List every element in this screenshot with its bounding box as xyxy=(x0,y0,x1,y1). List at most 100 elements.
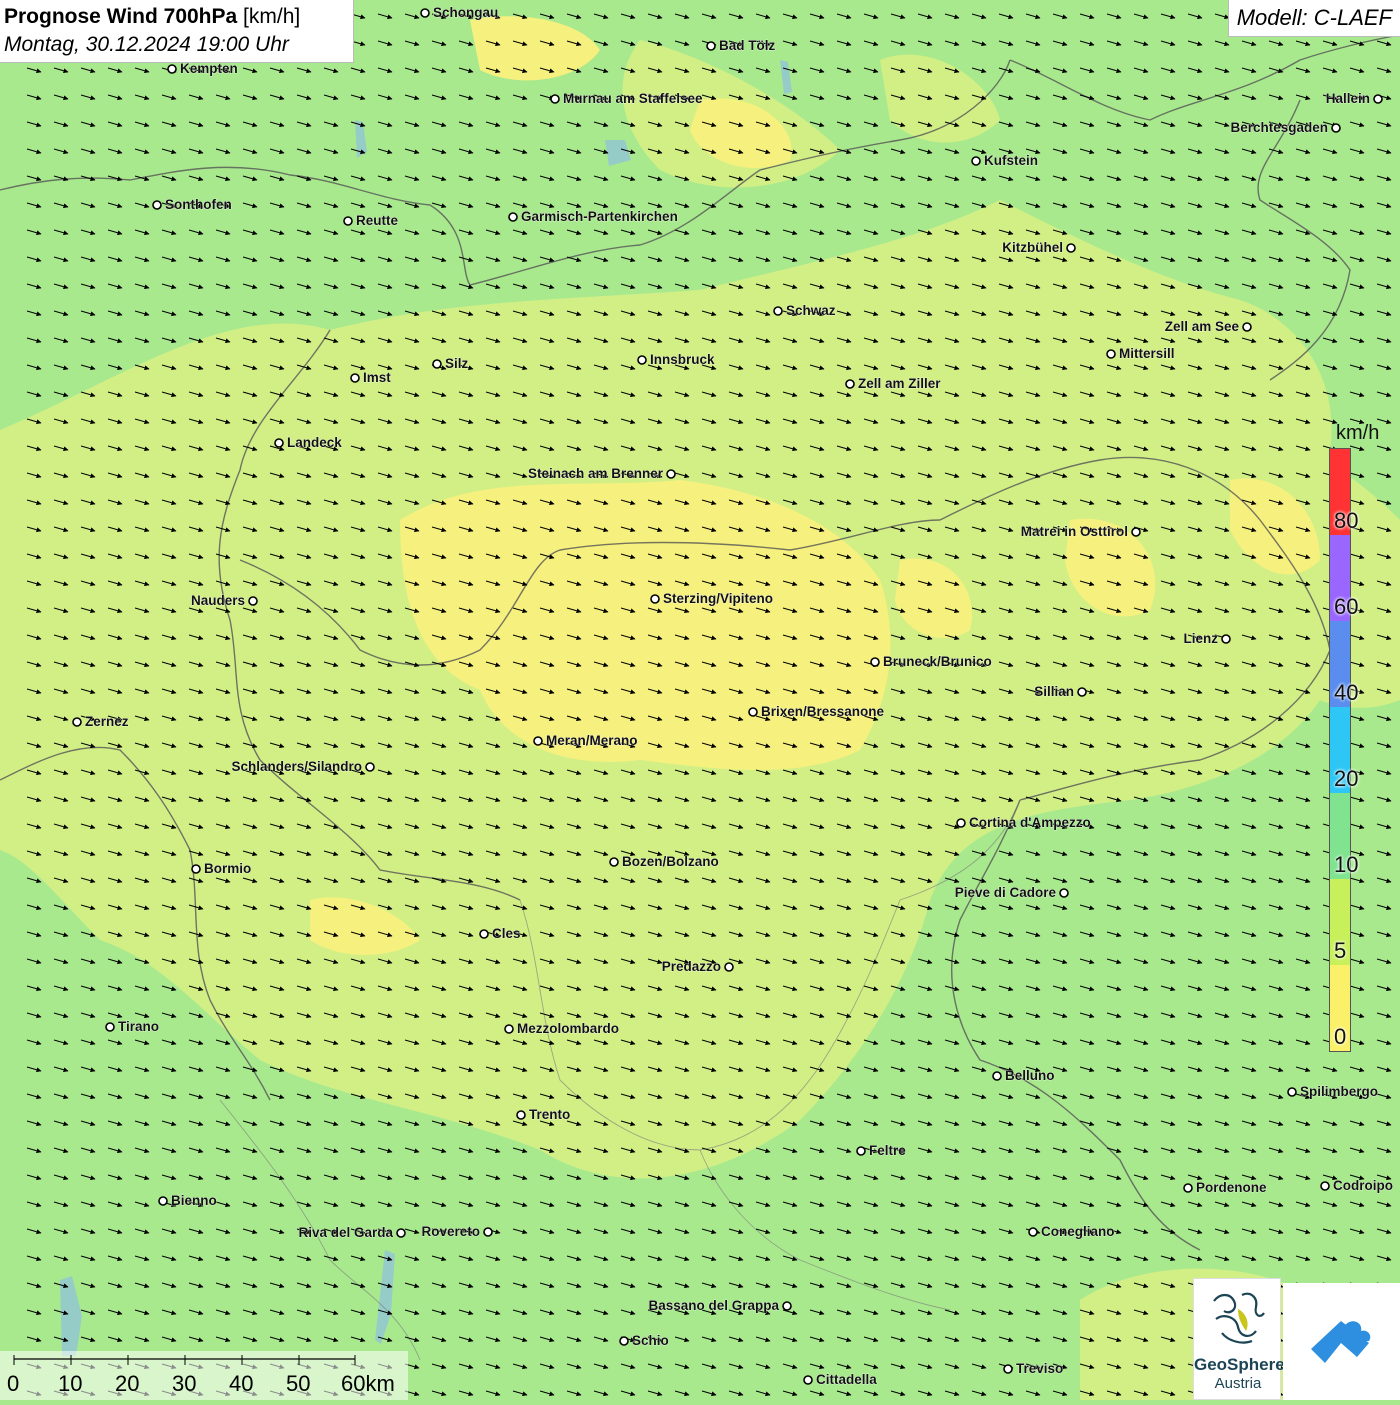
city-label: Trento xyxy=(529,1107,570,1122)
city-dot xyxy=(1183,1183,1193,1193)
city-dot xyxy=(1373,94,1383,104)
city-dot xyxy=(1003,1364,1013,1374)
city-dot xyxy=(105,1022,115,1032)
city-dot xyxy=(1320,1181,1330,1191)
city-dot xyxy=(1028,1227,1038,1237)
city-label: Bassano del Grappa xyxy=(648,1298,779,1313)
city-matrei-in-osttirol: Matrei in Osttirol xyxy=(1020,524,1141,539)
city-label: Cortina d'Ampezzo xyxy=(969,815,1091,830)
city-dot xyxy=(504,1024,514,1034)
city-label: Imst xyxy=(363,370,391,385)
city-zell-am-ziller: Zell am Ziller xyxy=(845,376,942,391)
city-label: Steinach am Brenner xyxy=(528,466,664,481)
city-brixen-bressanone: Brixen/Bressanone xyxy=(748,704,885,719)
city-label: Reutte xyxy=(356,213,398,228)
city-label: Schwaz xyxy=(786,303,836,318)
city-dot xyxy=(782,1301,792,1311)
city-dot xyxy=(152,200,162,210)
city-dot xyxy=(158,1196,168,1206)
city-dot xyxy=(1131,527,1141,537)
geosphere-emblem-icon xyxy=(1213,1292,1265,1344)
city-dot xyxy=(1242,322,1252,332)
city-dot xyxy=(191,864,201,874)
city-dot xyxy=(248,596,258,606)
city-label: Hallein xyxy=(1326,91,1370,106)
city-dot xyxy=(1331,123,1341,133)
city-label: Zell am See xyxy=(1165,319,1240,334)
city-label: Sterzing/Vipiteno xyxy=(663,591,773,606)
legend-tick-80: 80 xyxy=(1334,508,1359,533)
scale-tick-10: 10 xyxy=(58,1371,83,1396)
map-title: Prognose Wind 700hPa [km/h] xyxy=(4,3,349,31)
city-dot xyxy=(479,929,489,939)
city-label: Bad Tölz xyxy=(719,38,775,53)
city-berchtesgaden: Berchtesgaden xyxy=(1230,120,1341,135)
geosphere-logo-line2: Austria xyxy=(1214,1375,1262,1392)
geosphere-logo-line1: GeoSphere xyxy=(1194,1355,1285,1374)
city-label: Mezzolombardo xyxy=(517,1021,619,1036)
city-zell-am-see: Zell am See xyxy=(1164,319,1252,334)
city-meran-merano: Meran/Merano xyxy=(533,733,638,748)
city-bozen-bolzano: Bozen/Bolzano xyxy=(609,854,719,869)
city-dot xyxy=(1221,634,1231,644)
city-label: Spilimbergo xyxy=(1300,1084,1378,1099)
city-label: Meran/Merano xyxy=(546,733,638,748)
city-label: Nauders xyxy=(191,593,245,608)
city-dot xyxy=(396,1228,406,1238)
city-dot xyxy=(971,156,981,166)
app-logo[interactable] xyxy=(1283,1283,1400,1400)
city-dot xyxy=(1059,888,1069,898)
city-label: Bormio xyxy=(204,861,251,876)
city-bassano-del-grappa: Bassano del Grappa xyxy=(648,1298,792,1313)
city-dot xyxy=(1287,1087,1297,1097)
city-dot xyxy=(748,707,758,717)
city-bruneck-brunico: Bruneck/Brunico xyxy=(870,654,992,669)
city-label: Kufstein xyxy=(984,153,1038,168)
city-sterzing-vipiteno: Sterzing/Vipiteno xyxy=(650,591,773,606)
city-dot xyxy=(1066,243,1076,253)
map-title-unit: [km/h] xyxy=(243,5,301,28)
scale-bar: 0 10 20 30 40 50 60km xyxy=(0,1351,408,1400)
city-dot xyxy=(666,469,676,479)
city-dot xyxy=(533,736,543,746)
city-pieve-di-cadore: Pieve di Cadore xyxy=(954,885,1069,900)
city-label: Innsbruck xyxy=(650,352,715,367)
city-label: Treviso xyxy=(1016,1361,1063,1376)
city-dot xyxy=(856,1146,866,1156)
city-dot xyxy=(773,306,783,316)
app-logo-icon xyxy=(1311,1321,1371,1363)
city-label: Codroipo xyxy=(1333,1178,1393,1193)
scale-tick-60: 60km xyxy=(341,1371,395,1396)
city-mezzolombardo: Mezzolombardo xyxy=(504,1021,619,1036)
scale-tick-30: 30 xyxy=(172,1371,197,1396)
city-label: Bozen/Bolzano xyxy=(622,854,719,869)
city-label: Zernez xyxy=(85,714,129,729)
legend-tick-0: 0 xyxy=(1334,1024,1347,1049)
city-innsbruck: Innsbruck xyxy=(637,352,715,367)
city-dot xyxy=(483,1227,493,1237)
city-label: Pordenone xyxy=(1196,1180,1267,1195)
city-label: Landeck xyxy=(287,435,342,450)
city-label: Bienno xyxy=(171,1193,217,1208)
city-label: Sonthofen xyxy=(165,197,232,212)
legend-tick-60: 60 xyxy=(1334,594,1359,619)
city-dot xyxy=(508,212,518,222)
city-dot xyxy=(1106,349,1116,359)
city-label: Predazzo xyxy=(662,959,721,974)
city-dot xyxy=(609,857,619,867)
wind-map[interactable]: Schongau Kempten Bad Tölz Murnau am Staffel… xyxy=(0,0,1400,1400)
city-conegliano: Conegliano xyxy=(1028,1224,1115,1239)
city-label: Pieve di Cadore xyxy=(955,885,1057,900)
city-cortina-d-ampezzo: Cortina d'Ampezzo xyxy=(956,815,1091,830)
city-dot xyxy=(516,1110,526,1120)
city-pordenone: Pordenone xyxy=(1183,1180,1267,1195)
city-label: Riva del Garda xyxy=(298,1225,393,1240)
city-label: Kitzbühel xyxy=(1002,240,1063,255)
geosphere-logo[interactable]: GeoSphere Austria xyxy=(1193,1278,1285,1400)
legend-tick-5: 5 xyxy=(1334,938,1347,963)
city-label: Lienz xyxy=(1183,631,1218,646)
city-label: Berchtesgaden xyxy=(1230,120,1328,135)
city-dot xyxy=(619,1336,629,1346)
legend-tick-40: 40 xyxy=(1334,680,1359,705)
city-murnau-am-staffelsee: Murnau am Staffelsee xyxy=(550,91,703,106)
